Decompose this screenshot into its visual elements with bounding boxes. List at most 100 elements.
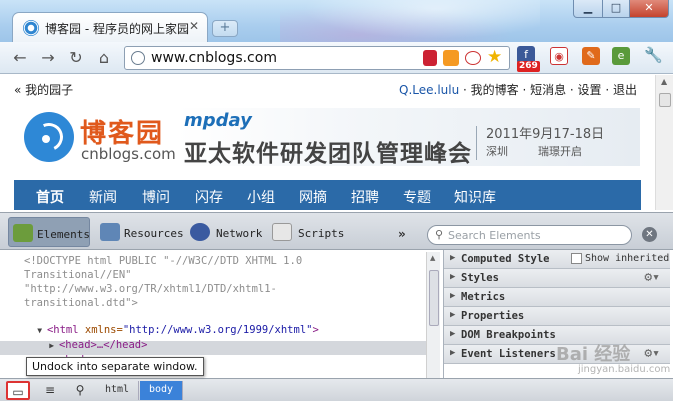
nav-home[interactable]: 首页 [36, 187, 64, 207]
site-navbar: 首页 新闻 博问 闪存 小组 网摘 招聘 专题 知识库 [14, 180, 641, 210]
console-icon[interactable]: ≡ [38, 381, 62, 400]
elements-scrollbar[interactable]: ▲ [426, 252, 440, 378]
nav-jobs[interactable]: 招聘 [351, 187, 379, 207]
banner-venue: 瑞璟开启 [538, 145, 582, 158]
breadcrumb-body[interactable]: body [140, 381, 184, 400]
undock-tooltip: Undock into separate window. [26, 357, 204, 376]
watermark-url: jingyan.baidu.com [578, 364, 671, 375]
breadcrumb-html[interactable]: html [96, 381, 140, 400]
new-tab-button[interactable]: + [212, 20, 238, 37]
notification-badge: 269 [517, 61, 540, 72]
elements-icon [13, 224, 33, 242]
forward-button[interactable]: → [38, 48, 58, 67]
undock-button[interactable]: ▭ [6, 381, 30, 400]
nav-news[interactable]: 新闻 [89, 187, 117, 207]
username-link[interactable]: Q.Lee.lulu [399, 83, 459, 97]
home-button[interactable]: ⌂ [94, 48, 114, 67]
nav-questions[interactable]: 博问 [142, 187, 170, 207]
banner-date: 2011年9月17-18日 [486, 127, 605, 142]
pane-computed-style[interactable]: ▶ Computed Style Show inherited [444, 250, 670, 269]
gear-icon[interactable]: ⚙▾ [644, 270, 660, 285]
ad-banner[interactable]: mpday 亚太软件研发团队管理峰会 2011年9月17-18日 深圳 瑞璟开启 [176, 108, 640, 167]
user-menu-links[interactable]: · 我的博客 · 短消息 · 设置 · 退出 [459, 83, 637, 97]
nav-groups[interactable]: 小组 [247, 187, 275, 207]
search-placeholder: Search Elements [448, 229, 541, 242]
tab-close-icon[interactable]: ✕ [189, 19, 199, 33]
banner-title: 亚太软件研发团队管理峰会 [184, 141, 472, 167]
bookmark-icon[interactable] [423, 50, 437, 66]
dom-doctype-line-2[interactable]: Transitional//EN" [24, 269, 131, 281]
wrench-icon[interactable]: 🔧 [644, 46, 663, 64]
show-inherited-label: Show inherited [585, 253, 670, 264]
gear-icon[interactable]: ⚙▾ [644, 346, 660, 361]
window-frame: 博客园 - 程序员的网上家园 ✕ + ▁ □ ✕ [0, 0, 673, 44]
banner-brand: mpday [184, 110, 252, 131]
pane-properties[interactable]: ▶ Properties [444, 307, 670, 326]
pane-collapsed-icon: ▶ [450, 348, 456, 358]
pane-collapsed-icon: ▶ [450, 291, 456, 301]
user-links: Q.Lee.lulu · 我的博客 · 短消息 · 设置 · 退出 [399, 81, 637, 98]
resources-icon [100, 223, 120, 241]
evernote-icon[interactable]: e [612, 47, 630, 65]
minimize-button[interactable]: ▁ [573, 0, 603, 18]
extension-eye-icon[interactable] [465, 51, 481, 65]
star-icon[interactable]: ★ [487, 47, 502, 67]
pane-title: Properties [461, 310, 525, 322]
dom-doctype-line-1[interactable]: <!DOCTYPE html PUBLIC "-//W3C//DTD XHTML… [24, 255, 302, 267]
tab-scripts-label: Scripts [298, 227, 345, 240]
reload-button[interactable]: ↻ [66, 48, 86, 67]
inspect-search-icon[interactable]: ⚲ [68, 381, 92, 400]
pane-title: Computed Style [461, 253, 550, 265]
tab-network[interactable]: Network [188, 217, 264, 247]
pane-title: Event Listeners [461, 348, 556, 360]
pane-collapsed-icon: ▶ [450, 272, 456, 282]
scroll-up-icon[interactable]: ▲ [661, 77, 667, 86]
more-tabs-button[interactable]: » [398, 227, 406, 241]
scroll-thumb[interactable] [429, 270, 439, 326]
extension-icon-2[interactable]: ◉ [550, 47, 568, 65]
pane-title: Metrics [461, 291, 506, 303]
pane-collapsed-icon: ▶ [450, 329, 456, 339]
globe-icon [131, 51, 145, 65]
back-button[interactable]: ← [10, 48, 30, 67]
nav-topics[interactable]: 专题 [403, 187, 431, 207]
baidu-watermark: Bai 经验 [556, 344, 631, 365]
pane-title: Styles [461, 272, 499, 284]
cnblogs-favicon-icon [23, 20, 39, 36]
scroll-thumb[interactable] [659, 93, 671, 107]
tab-elements[interactable]: Elements [8, 217, 90, 247]
address-bar[interactable]: www.cnblogs.com ★ [124, 46, 510, 70]
my-garden-link[interactable]: « 我的园子 [14, 81, 73, 98]
nav-knowledge[interactable]: 知识库 [454, 187, 496, 207]
html-attr-value: "http://www.w3.org/1999/xhtml" [122, 324, 313, 336]
dom-doctype-line-3[interactable]: "http://www.w3.org/TR/xhtml1/DTD/xhtml1- [24, 283, 277, 295]
dom-doctype-line-4[interactable]: transitional.dtd"> [24, 297, 138, 309]
search-icon: ⚲ [435, 228, 444, 241]
extension-icon-3[interactable]: ✎ [582, 47, 600, 65]
close-window-button[interactable]: ✕ [629, 0, 669, 18]
rss-icon[interactable] [443, 50, 459, 66]
browser-toolbar: ← → ↻ ⌂ www.cnblogs.com ★ f 269 ◉ ✎ e 🔧 [0, 42, 673, 74]
pane-styles[interactable]: ▶ Styles ⚙▾ [444, 269, 670, 288]
maximize-button[interactable]: □ [602, 0, 630, 18]
browser-tab[interactable]: 博客园 - 程序员的网上家园 ✕ [12, 12, 208, 42]
tab-elements-label: Elements [37, 228, 90, 241]
nav-flash[interactable]: 闪存 [195, 187, 223, 207]
logo-domain-text[interactable]: cnblogs.com [81, 145, 176, 163]
nav-bookmarks[interactable]: 网摘 [299, 187, 327, 207]
tab-scripts[interactable]: Scripts [270, 217, 344, 247]
pane-metrics[interactable]: ▶ Metrics [444, 288, 670, 307]
page-scrollbar[interactable]: ▲ [655, 75, 673, 210]
devtools-close-icon[interactable]: ✕ [642, 227, 657, 242]
devtools-status-bar: ▭ ≡ ⚲ html body [0, 378, 673, 401]
web-page: « 我的园子 Q.Lee.lulu · 我的博客 · 短消息 · 设置 · 退出… [0, 75, 655, 210]
url-text: www.cnblogs.com [151, 50, 277, 66]
pane-collapsed-icon: ▶ [450, 253, 456, 263]
show-inherited-checkbox[interactable] [571, 253, 582, 264]
scroll-up-icon[interactable]: ▲ [430, 254, 435, 262]
search-elements-input[interactable]: ⚲ Search Elements [427, 225, 632, 245]
banner-city: 深圳 [486, 145, 508, 158]
tab-resources[interactable]: Resources [96, 217, 184, 247]
network-icon [190, 223, 210, 241]
devtools-toolbar: Elements Resources Network Scripts » ⚲ S… [0, 212, 673, 250]
